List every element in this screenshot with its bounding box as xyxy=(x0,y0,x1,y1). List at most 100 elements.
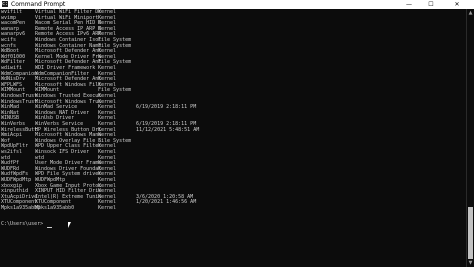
module-name: XTUComponent xyxy=(1,199,38,206)
display-name: WIMMount xyxy=(35,87,60,94)
driver-type: Kernel xyxy=(98,121,117,127)
display-name: User Mode Driver Frame xyxy=(35,160,102,167)
module-name: WpdUpFltr xyxy=(1,143,29,150)
display-name: Windows Container Isol xyxy=(35,37,102,43)
module-name: wvifilt xyxy=(1,9,23,15)
display-name: WinUsb Driver xyxy=(35,115,75,122)
console-output[interactable]: Mpks1a935abb0 Mpks1a935abb0 Kernel XTUCompo… xyxy=(0,9,466,267)
driver-type: Kernel xyxy=(98,188,117,195)
display-name: Xbox Game Input Protoc xyxy=(35,182,102,189)
display-name: XINPUT HID Filter Driv xyxy=(35,188,102,195)
title-bar[interactable]: c:\ Command Prompt — ☐ ✕ xyxy=(0,0,474,9)
link-date: 11/12/2021 5:48:51 AM xyxy=(136,126,200,133)
display-name: Virtual WiFi Filter Dr xyxy=(35,9,102,15)
module-name: WIMMount xyxy=(1,87,26,94)
display-name: HP Wireless Button Dri xyxy=(35,126,102,133)
link-date: 6/19/2019 2:18:11 PM xyxy=(136,104,197,111)
display-name: XTUComponent xyxy=(35,199,72,206)
display-name: Microsoft Windows Trus xyxy=(35,98,102,105)
module-name: Wdf01000 xyxy=(1,53,26,60)
module-name: wvimp xyxy=(1,14,17,21)
display-name: Remote Access IP ARP D xyxy=(35,25,102,32)
display-name: Mpks1a935abb0 xyxy=(35,205,75,211)
display-name: Winsock IFS Driver xyxy=(35,149,90,155)
module-name: WFPLWFS xyxy=(1,81,23,88)
scroll-down-arrow-icon[interactable]: ▼ xyxy=(467,259,474,267)
display-name: Virtual WiFi Miniport xyxy=(35,14,99,21)
module-name: WinVerbs xyxy=(1,121,26,127)
module-name: WUDFWpdMtp xyxy=(1,177,32,183)
display-name: Windows Driver Foundat xyxy=(35,165,102,172)
link-date: 1/20/2021 1:46:56 AM xyxy=(136,199,197,206)
module-name: WinMad xyxy=(1,104,20,111)
driver-type: Kernel xyxy=(98,81,117,88)
driver-type: Kernel xyxy=(98,93,117,99)
driver-type: Kernel xyxy=(98,165,117,172)
minimize-button[interactable]: — xyxy=(398,0,420,9)
display-name: WinMad Service xyxy=(35,104,78,111)
driver-type: Kernel xyxy=(98,205,117,211)
driver-type: Kernel xyxy=(98,48,117,55)
driver-type: File System xyxy=(98,42,132,49)
display-name: WUDFWpdMtp xyxy=(35,177,66,183)
driver-type: Kernel xyxy=(98,199,117,206)
module-name: ws2ifsl xyxy=(1,149,23,155)
module-name: wacomPen xyxy=(1,20,26,27)
module-name: WINUSB xyxy=(1,115,20,122)
driver-type: File System xyxy=(98,87,132,94)
driver-type: Kernel xyxy=(98,98,117,105)
display-name: Microsoft Windows Filt xyxy=(35,81,102,88)
module-name: WinNat xyxy=(1,109,20,116)
driver-type: Kernel xyxy=(98,193,117,200)
display-name: Remote Access IPv6 ARP xyxy=(35,31,102,38)
display-name: Microsoft Defender Ant xyxy=(35,59,102,66)
driver-type: Kernel xyxy=(98,143,117,150)
close-button[interactable]: ✕ xyxy=(446,0,468,9)
display-name: Kernel Mode Driver Fra xyxy=(35,53,102,60)
driver-type: Kernel xyxy=(98,177,117,183)
display-name: Microsoft Windows Mana xyxy=(35,132,102,139)
driver-type: File System xyxy=(98,137,132,144)
vertical-scrollbar[interactable]: ▲ ▼ xyxy=(466,9,474,267)
driver-type: Kernel xyxy=(98,70,117,77)
display-name: WPD File System driver xyxy=(35,171,102,178)
driver-type: Kernel xyxy=(98,20,117,27)
driver-type: Kernel xyxy=(98,65,117,71)
driver-type: Kernel xyxy=(98,9,117,15)
module-name: XtuAcpiDrive xyxy=(1,193,38,200)
display-name: Windows NAT Driver xyxy=(35,109,90,116)
command-prompt-window: c:\ Command Prompt — ☐ ✕ Mpks1a935abb0 Mp… xyxy=(0,0,474,267)
scroll-up-arrow-icon[interactable]: ▲ xyxy=(467,9,474,17)
display-name: WinVerbs Service xyxy=(35,121,84,127)
driver-type: Kernel xyxy=(98,171,117,178)
driver-type: Kernel xyxy=(98,132,117,139)
module-name: WindowsTrust xyxy=(1,98,38,105)
link-date: 3/6/2020 1:20:58 AM xyxy=(136,193,194,200)
display-name: Microsoft Defender Ant xyxy=(35,76,102,83)
module-name: Wof xyxy=(1,137,11,144)
command-prompt-line[interactable]: C:\Users\user> xyxy=(1,221,43,227)
link-date: 6/19/2019 2:18:11 PM xyxy=(136,121,197,127)
driver-type: File System xyxy=(98,59,132,66)
scroll-thumb[interactable] xyxy=(468,207,473,259)
mouse-pointer-icon xyxy=(68,222,71,228)
module-name: WudfWpdFs xyxy=(1,171,29,178)
module-name: wanarp xyxy=(1,25,20,32)
driver-type: Kernel xyxy=(98,154,117,161)
module-name: WdFilter xyxy=(1,59,26,66)
driver-type: Kernel xyxy=(98,126,117,133)
driver-type: Kernel xyxy=(98,109,117,116)
text-cursor xyxy=(47,227,52,228)
driver-type: Kernel xyxy=(98,76,117,83)
maximize-button[interactable]: ☐ xyxy=(420,0,442,9)
display-name: Intel(R) Extreme Tunin xyxy=(35,193,102,200)
module-name: xinputhid xyxy=(1,188,29,195)
driver-type: Kernel xyxy=(98,149,117,155)
display-name: Microsoft Defender Ant xyxy=(35,48,102,55)
display-name: WdmCompanionFilter xyxy=(35,70,90,77)
module-name: wcnfs xyxy=(1,42,17,49)
display-name: Windows Overlay File S xyxy=(35,137,102,144)
module-name: WUDFRd xyxy=(1,165,20,172)
driver-type: File System xyxy=(98,37,132,43)
driver-type: Kernel xyxy=(98,115,117,122)
